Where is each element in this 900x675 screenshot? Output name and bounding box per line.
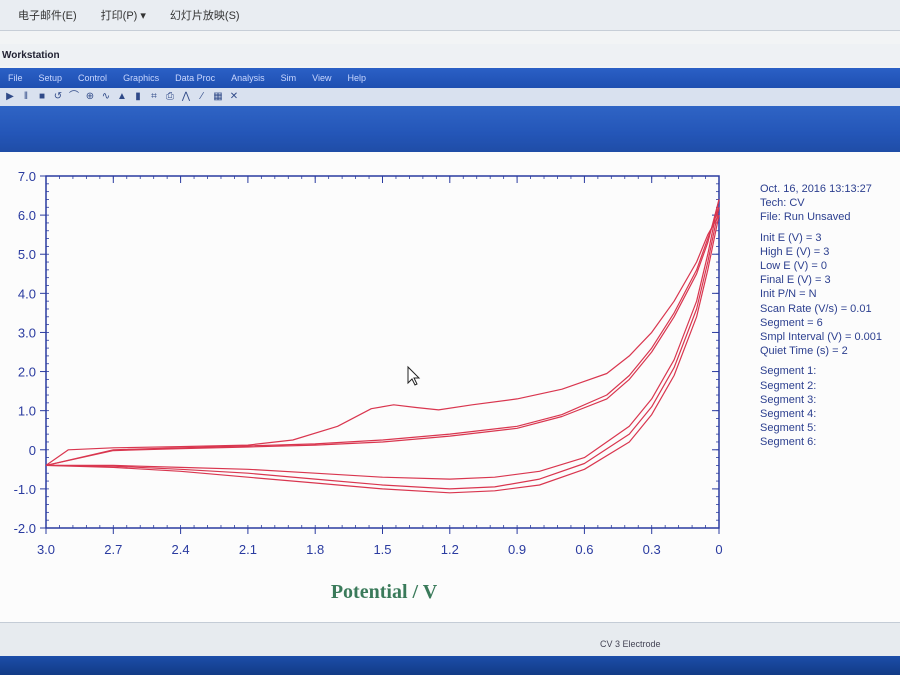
param-smpl-interval: Smpl Interval (V) = 0.001 xyxy=(760,331,882,344)
y-tick-label: -1.0 xyxy=(14,482,36,497)
ir-comp-icon[interactable]: ⌒ xyxy=(68,91,80,103)
close-icon[interactable]: ✕ xyxy=(228,91,240,103)
segment-2: Segment 2: xyxy=(760,379,817,392)
x-tick-label: 0.6 xyxy=(575,542,593,557)
param-final-e: Final E (V) = 3 xyxy=(760,274,831,287)
x-tick-label: 2.7 xyxy=(104,542,122,557)
menu-email[interactable]: 电子邮件(E) xyxy=(6,7,89,23)
stop-icon[interactable]: ■ xyxy=(36,91,48,103)
app-menu-view[interactable]: View xyxy=(304,73,339,83)
x-tick-label: 3.0 xyxy=(37,542,55,557)
app-menu-bar: File Setup Control Graphics Data Proc An… xyxy=(0,68,900,88)
plot-curves xyxy=(45,199,720,494)
filter-icon[interactable]: ▲ xyxy=(116,91,128,103)
cv-segment-2 xyxy=(45,214,720,494)
param-high-e: High E (V) = 3 xyxy=(760,245,830,258)
menu-print[interactable]: 打印(P) ▾ xyxy=(89,7,158,23)
app-menu-data-proc[interactable]: Data Proc xyxy=(167,73,223,83)
x-tick-label: 2.4 xyxy=(172,542,190,557)
mouse-cursor xyxy=(407,365,421,386)
x-tick-label: 0.3 xyxy=(643,542,661,557)
y-tick-label: 4.0 xyxy=(18,286,36,301)
x-tick-label: 0.9 xyxy=(508,542,526,557)
info-file: File: Run Unsaved xyxy=(760,211,851,224)
param-scan-rate: Scan Rate (V/s) = 0.01 xyxy=(760,302,872,315)
cv-segment-3 xyxy=(45,207,720,466)
cv-plot: 3.0 2.7 2.4 2.1 1.8 1.5 1.2 0.9 0.6 0.3 0 7.0 6.0 5.0… xyxy=(14,169,723,603)
plot-frame xyxy=(45,175,720,529)
x-tick-label: 1.8 xyxy=(306,542,324,557)
segment-5: Segment 5: xyxy=(760,422,817,435)
graph-panel: 3.0 2.7 2.4 2.1 1.8 1.5 1.2 0.9 0.6 0.3 0 7.0 6.0 5.0… xyxy=(0,152,900,622)
info-date: Oct. 16, 2016 13:13:27 xyxy=(760,183,872,195)
y-tick-label: 7.0 xyxy=(18,169,36,184)
cv-segment-6 xyxy=(46,199,720,480)
graph-options-icon[interactable]: ▦ xyxy=(212,91,224,103)
app-menu-help[interactable]: Help xyxy=(339,73,374,83)
run-icon[interactable]: ▶ xyxy=(4,91,16,103)
segment-3: Segment 3: xyxy=(760,393,817,406)
segment-1: Segment 1: xyxy=(760,365,817,378)
zoom-icon[interactable]: ⊕ xyxy=(84,91,96,103)
segment-6: Segment 6: xyxy=(760,436,817,449)
x-tick-label: 1.5 xyxy=(373,542,391,557)
param-init-pn: Init P/N = N xyxy=(760,288,817,301)
color-bars-icon[interactable]: ▮ xyxy=(132,91,144,103)
param-low-e: Low E (V) = 0 xyxy=(760,260,827,273)
x-tick-label: 0 xyxy=(715,542,722,557)
segment-4: Segment 4: xyxy=(760,408,817,421)
param-init-e: Init E (V) = 3 xyxy=(760,231,822,244)
status-text: CV 3 Electrode xyxy=(600,639,661,649)
print-icon[interactable]: ⎙ xyxy=(164,91,176,103)
app-menu-sim[interactable]: Sim xyxy=(273,73,305,83)
plot-icon[interactable]: ⌗ xyxy=(148,91,160,103)
toolbar: ▶ ‖ ■ ↺ ⌒ ⊕ ∿ ▲ ▮ ⌗ ⎙ ⋀ ∕ ▦ ✕ xyxy=(0,88,900,107)
overlay-icon[interactable]: ∕ xyxy=(196,91,208,103)
y-tick-label: 1.0 xyxy=(18,404,36,419)
param-segment: Segment = 6 xyxy=(760,316,823,329)
smooth-icon[interactable]: ∿ xyxy=(100,91,112,103)
reverse-icon[interactable]: ↺ xyxy=(52,91,64,103)
x-tick-label: 1.2 xyxy=(441,542,459,557)
x-axis-label: Potential / V xyxy=(331,581,438,603)
pause-icon[interactable]: ‖ xyxy=(20,91,32,103)
header-band xyxy=(0,106,900,152)
cv-segment-1 xyxy=(45,214,720,466)
param-quiet-time: Quiet Time (s) = 2 xyxy=(760,345,848,358)
y-tick-label: 5.0 xyxy=(18,247,36,262)
y-tick-label: -2.0 xyxy=(14,521,36,536)
app-menu-analysis[interactable]: Analysis xyxy=(223,73,273,83)
y-tick-label: 0 xyxy=(29,443,36,458)
x-tick-label: 2.1 xyxy=(239,542,257,557)
window-title-bar: Workstation xyxy=(0,44,900,66)
taskbar xyxy=(0,656,900,675)
y-tick-label: 3.0 xyxy=(18,325,36,340)
peak-icon[interactable]: ⋀ xyxy=(180,91,192,103)
menu-bar: 电子邮件(E) 打印(P) ▾ 幻灯片放映(S) xyxy=(0,0,900,31)
status-bar: CV 3 Electrode xyxy=(0,622,900,657)
app-menu-graphics[interactable]: Graphics xyxy=(115,73,167,83)
experiment-info: Oct. 16, 2016 13:13:27 Tech: CV File: Ru… xyxy=(760,182,900,450)
y-tick-label: 2.0 xyxy=(18,365,36,380)
info-tech: Tech: CV xyxy=(760,197,805,210)
app-menu-file[interactable]: File xyxy=(0,73,31,83)
window-title: Workstation xyxy=(2,49,60,61)
app-menu-setup[interactable]: Setup xyxy=(31,73,71,83)
plot-axes: 3.0 2.7 2.4 2.1 1.8 1.5 1.2 0.9 0.6 0.3 0 7.0 6.0 5.0… xyxy=(14,169,723,557)
cv-segment-5 xyxy=(45,199,720,466)
y-tick-label: 6.0 xyxy=(18,208,36,223)
menu-slideshow[interactable]: 幻灯片放映(S) xyxy=(158,7,252,23)
app-menu-control[interactable]: Control xyxy=(70,73,115,83)
